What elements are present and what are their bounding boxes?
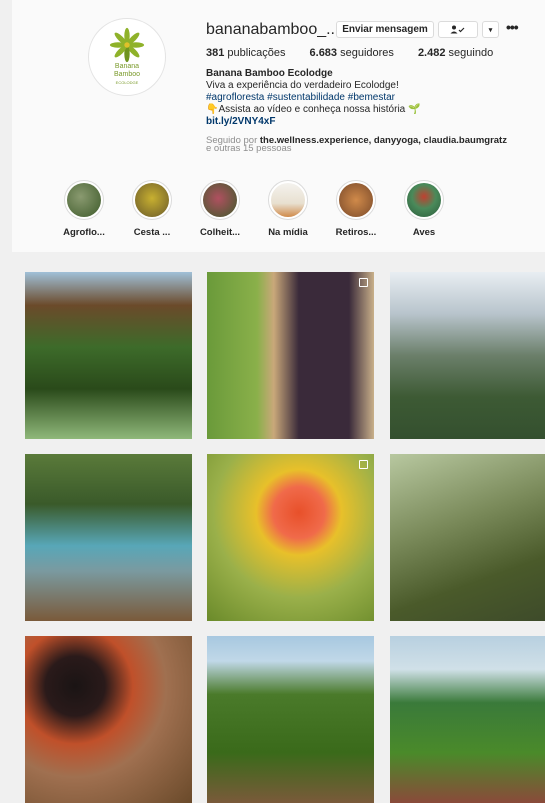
highlight-cover	[339, 183, 373, 217]
story-highlights: Agroflo... Cesta ... Colheit... Na mídia…	[12, 180, 545, 240]
post-tile[interactable]	[390, 454, 545, 621]
username: bananabamboo_...	[206, 21, 340, 38]
highlight-cover	[67, 183, 101, 217]
stat-followers-label: seguidores	[340, 47, 394, 59]
highlight-aves[interactable]: Aves	[394, 180, 454, 238]
post-tile[interactable]	[207, 636, 374, 803]
highlight-ring	[404, 180, 444, 220]
stat-following[interactable]: 2.482 seguindo	[418, 47, 493, 59]
highlight-label: Retiros...	[335, 227, 377, 238]
highlight-label: Aves	[412, 227, 436, 238]
followed-by[interactable]: Seguido por the.wellness.experience, dan…	[206, 135, 526, 154]
highlight-label: Cesta ...	[133, 227, 171, 238]
person-check-icon	[450, 25, 465, 34]
bio-hashtags[interactable]: #agrofloresta #sustentabilidade #bemesta…	[206, 92, 420, 104]
logo-line1: Banana	[114, 63, 140, 70]
stat-followers[interactable]: 6.683 seguidores	[310, 47, 394, 59]
bio-name: Banana Bamboo Ecolodge	[206, 68, 333, 79]
highlight-cover	[203, 183, 237, 217]
followed-by-names: the.wellness.experience, danyyoga, claud…	[259, 135, 507, 146]
send-message-button[interactable]: Enviar mensagem	[336, 21, 434, 38]
stat-posts[interactable]: 381 publicações	[206, 47, 286, 59]
multi-post-icon	[359, 460, 368, 469]
more-options-icon[interactable]: •••	[506, 19, 519, 35]
multi-post-icon	[359, 278, 368, 287]
highlight-ring	[268, 180, 308, 220]
highlight-agrofloresta[interactable]: Agroflo...	[54, 180, 114, 238]
highlight-cover	[407, 183, 441, 217]
stat-posts-label: publicações	[227, 47, 286, 59]
followed-by-suffix: e outras 15 pessoas	[206, 143, 292, 154]
logo-flower-icon	[109, 27, 145, 63]
post-tile[interactable]	[25, 454, 192, 621]
bio-line3: 👇Assista ao vídeo e conheça nossa histór…	[206, 104, 421, 115]
stat-following-label: seguindo	[448, 47, 494, 59]
highlight-ring	[200, 180, 240, 220]
stat-posts-count: 381	[206, 47, 225, 59]
following-button[interactable]	[438, 21, 478, 38]
highlight-na-midia[interactable]: Na mídia	[258, 180, 318, 238]
chevron-down-icon[interactable]: ▾	[482, 21, 499, 38]
bio-link[interactable]: bit.ly/2VNY4xF	[206, 116, 420, 128]
post-tile[interactable]	[390, 272, 545, 439]
highlight-label: Agroflo...	[63, 227, 105, 238]
profile-bio: Banana Bamboo Ecolodge Viva a experiênci…	[206, 68, 420, 128]
logo-text: Banana Bamboo ECOLODGE	[114, 63, 140, 87]
highlight-ring	[64, 180, 104, 220]
highlight-cover	[135, 183, 169, 217]
logo-sub: ECOLODGE	[115, 80, 139, 85]
highlight-retiros[interactable]: Retiros...	[326, 180, 386, 238]
logo-line2: Bamboo	[113, 71, 141, 78]
post-tile[interactable]	[207, 272, 374, 439]
bio-line1: Viva a experiência do verdadeiro Ecolodg…	[206, 80, 399, 91]
highlight-label: Na mídia	[268, 227, 308, 238]
stat-followers-count: 6.683	[309, 47, 338, 59]
profile-avatar[interactable]: Banana Bamboo ECOLODGE	[88, 18, 166, 96]
post-tile[interactable]	[390, 636, 545, 803]
highlight-ring	[132, 180, 172, 220]
highlight-ring	[336, 180, 376, 220]
post-tile[interactable]	[25, 272, 192, 439]
highlight-cesta[interactable]: Cesta ...	[122, 180, 182, 238]
post-tile[interactable]	[207, 454, 374, 621]
stat-following-count: 2.482	[417, 47, 446, 59]
post-tile[interactable]	[25, 636, 192, 803]
profile-stats: 381 publicações 6.683 seguidores 2.482 s…	[206, 47, 493, 59]
highlight-cover	[271, 183, 305, 217]
highlight-colheita[interactable]: Colheit...	[190, 180, 250, 238]
highlight-label: Colheit...	[199, 227, 241, 238]
